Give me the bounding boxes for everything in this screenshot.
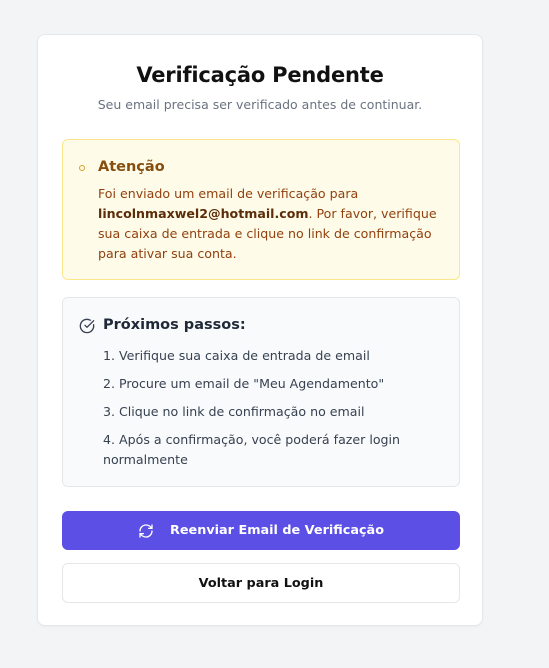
refresh-icon <box>138 523 154 539</box>
page-title: Verificação Pendente <box>136 63 384 87</box>
resend-email-button[interactable]: Reenviar Email de Verificação <box>62 511 460 550</box>
page-subtitle: Seu email precisa ser verificado antes d… <box>97 97 423 112</box>
steps-title: Próximos passos: <box>103 317 246 333</box>
step-item: 3. Clique no link de confirmação no emai… <box>103 404 365 419</box>
alert-email: lincolnmaxwel2@hotmail.com <box>98 206 309 221</box>
step-item: 1. Verifique sua caixa de entrada de ema… <box>103 348 370 363</box>
resend-email-label: Reenviar Email de Verificação <box>170 523 384 538</box>
step-item: 4. Após a confirmação, você poderá fazer… <box>103 432 400 467</box>
steps-list: 1. Verifique sua caixa de entrada de ema… <box>103 346 423 478</box>
next-steps-panel: Próximos passos: 1. Verifique sua caixa … <box>62 297 460 487</box>
back-to-login-label: Voltar para Login <box>198 575 324 591</box>
alert-message: Foi enviado um email de verificação para… <box>98 184 438 264</box>
warning-alert: Atenção Foi enviado um email de verifica… <box>62 139 460 280</box>
alert-title: Atenção <box>98 159 165 175</box>
check-circle-icon <box>79 318 95 334</box>
alert-text-before: Foi enviado um email de verificação para <box>98 186 359 201</box>
back-to-login-button[interactable]: Voltar para Login <box>62 563 460 603</box>
verification-card: Verificação Pendente Seu email precisa s… <box>37 34 483 626</box>
dot-icon <box>79 165 85 171</box>
step-item: 2. Procure um email de "Meu Agendamento" <box>103 376 385 391</box>
